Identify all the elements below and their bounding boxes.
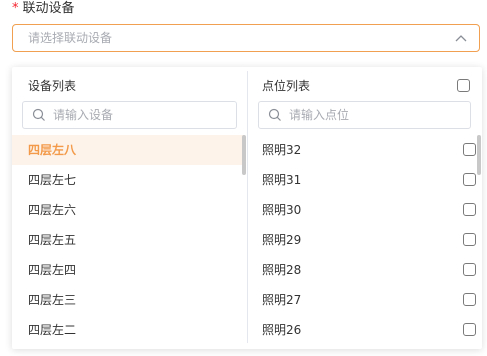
required-mark: * xyxy=(12,1,19,16)
search-icon xyxy=(32,108,45,121)
point-item-checkbox[interactable] xyxy=(463,143,476,156)
device-search-input[interactable] xyxy=(53,102,213,128)
device-panel-title: 设备列表 xyxy=(28,79,77,93)
point-item-label: 照明28 xyxy=(262,263,302,277)
chevron-up-icon xyxy=(455,35,467,42)
device-list-item[interactable]: 四层左六 xyxy=(12,195,244,225)
point-item-label: 照明26 xyxy=(262,323,302,337)
device-search-box[interactable] xyxy=(22,101,237,129)
select-all-checkbox[interactable] xyxy=(457,79,470,92)
point-item-checkbox[interactable] xyxy=(463,173,476,186)
field-label-text: 联动设备 xyxy=(22,1,75,16)
point-search-box[interactable] xyxy=(258,101,471,129)
point-list-item[interactable]: 照明27 xyxy=(248,285,476,315)
point-item-label: 照明27 xyxy=(262,293,302,307)
device-list-item[interactable]: 四层左三 xyxy=(12,285,244,315)
point-item-checkbox[interactable] xyxy=(463,233,476,246)
point-search-input[interactable] xyxy=(289,102,449,128)
point-list-item[interactable]: 照明26 xyxy=(248,315,476,345)
point-list-item[interactable]: 照明31 xyxy=(248,165,476,195)
search-icon xyxy=(268,108,281,121)
point-list-scrollbar[interactable] xyxy=(477,135,481,175)
select-placeholder: 请选择联动设备 xyxy=(28,31,113,45)
device-point-dropdown: 设备列表 四层左八四层左七四层左六四层左五四层左四四层左三四层左二 点位列表 照… xyxy=(12,67,482,349)
field-label: * 联动设备 xyxy=(12,1,75,17)
point-item-checkbox[interactable] xyxy=(463,263,476,276)
point-item-checkbox[interactable] xyxy=(463,293,476,306)
point-item-checkbox[interactable] xyxy=(463,203,476,216)
point-list: 照明32 照明31 照明30 照明29 照明28 照明27 照明26 xyxy=(248,135,482,349)
point-list-item[interactable]: 照明29 xyxy=(248,225,476,255)
point-item-checkbox[interactable] xyxy=(463,323,476,336)
point-item-label: 照明32 xyxy=(262,143,302,157)
point-item-label: 照明31 xyxy=(262,173,302,187)
point-panel-title: 点位列表 xyxy=(262,79,311,93)
device-list-scrollbar[interactable] xyxy=(242,135,246,175)
linked-device-select[interactable]: 请选择联动设备 xyxy=(12,24,480,52)
point-panel: 点位列表 照明32 照明31 照明30 照明29 照明28 照明27 照明26 xyxy=(248,67,482,349)
point-list-item[interactable]: 照明30 xyxy=(248,195,476,225)
device-panel: 设备列表 四层左八四层左七四层左六四层左五四层左四四层左三四层左二 xyxy=(12,67,247,349)
point-list-item[interactable]: 照明28 xyxy=(248,255,476,285)
device-list-item[interactable]: 四层左二 xyxy=(12,315,244,345)
device-list-item[interactable]: 四层左四 xyxy=(12,255,244,285)
device-list-item[interactable]: 四层左五 xyxy=(12,225,244,255)
device-list-item[interactable]: 四层左七 xyxy=(12,165,244,195)
point-item-label: 照明29 xyxy=(262,233,302,247)
device-list-item[interactable]: 四层左八 xyxy=(12,135,244,165)
device-list: 四层左八 四层左七 四层左六 四层左五 四层左四 四层左三 四层左二 xyxy=(12,135,247,349)
point-item-label: 照明30 xyxy=(262,203,302,217)
point-list-item[interactable]: 照明32 xyxy=(248,135,476,165)
